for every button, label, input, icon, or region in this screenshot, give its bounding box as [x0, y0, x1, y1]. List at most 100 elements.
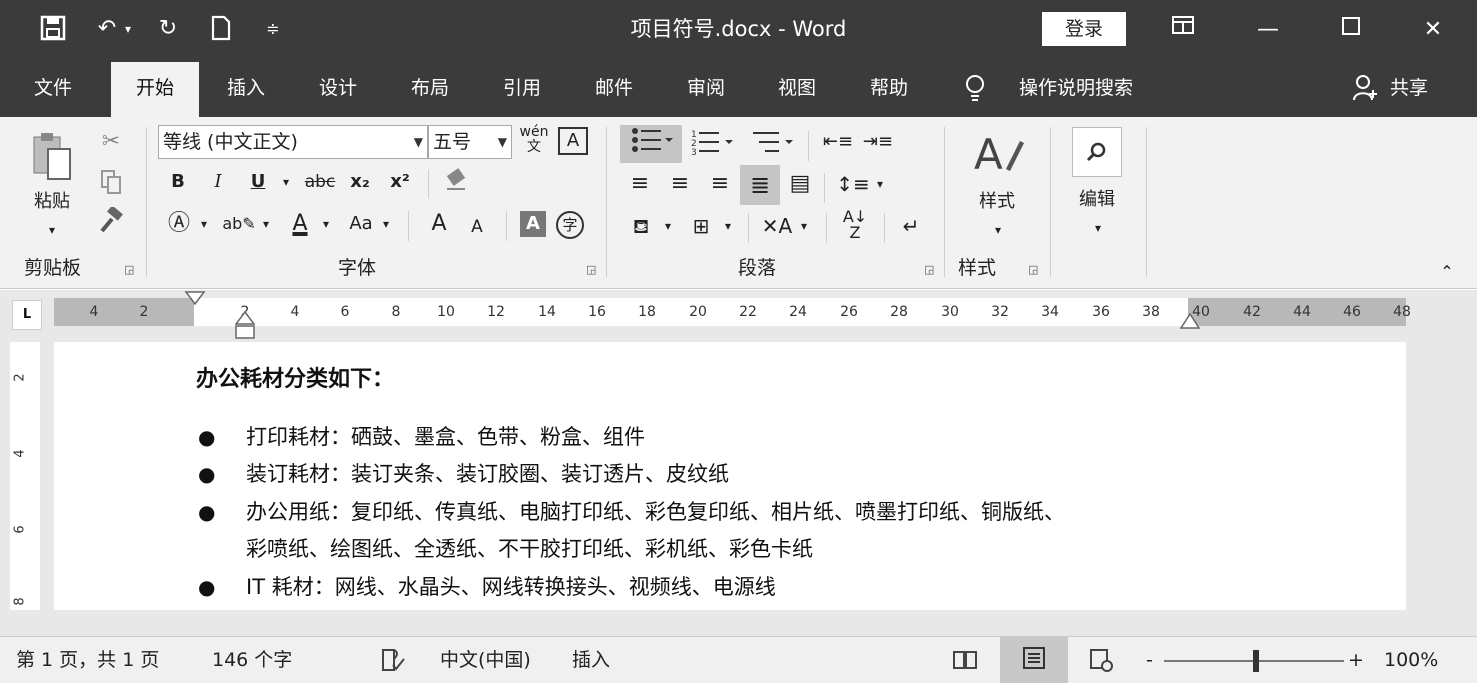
paste-dropdown-icon[interactable]: ▾: [42, 215, 62, 245]
tab-review[interactable]: 审阅: [675, 62, 737, 117]
tab-design[interactable]: 设计: [307, 62, 369, 117]
zoom-in-button[interactable]: +: [1348, 645, 1364, 675]
tab-selector[interactable]: L: [12, 300, 42, 330]
font-name-combo[interactable]: 等线 (中文正文) ▼: [158, 125, 428, 159]
tab-view[interactable]: 视图: [766, 62, 828, 117]
language-indicator[interactable]: 中文(中国): [440, 645, 531, 675]
align-left-icon[interactable]: ≡: [624, 169, 656, 199]
font-launcher-icon[interactable]: ◲: [586, 263, 596, 277]
tab-file[interactable]: 文件: [22, 62, 84, 117]
proofing-icon[interactable]: [380, 645, 408, 682]
clipboard-launcher-icon[interactable]: ◲: [124, 263, 134, 277]
text-effects-dropdown-icon[interactable]: ▾: [196, 209, 212, 239]
word-count[interactable]: 146 个字: [212, 645, 292, 675]
underline-dropdown-icon[interactable]: ▾: [276, 167, 296, 197]
paste-button[interactable]: 粘贴: [22, 187, 82, 217]
superscript-button[interactable]: x²: [384, 167, 416, 197]
font-color-icon[interactable]: A: [284, 209, 316, 239]
styles-dropdown-icon[interactable]: ▾: [988, 215, 1008, 245]
cut-icon[interactable]: ✂: [94, 127, 128, 157]
copy-icon[interactable]: [94, 169, 128, 199]
tab-help[interactable]: 帮助: [858, 62, 920, 117]
decrease-indent-icon[interactable]: ⇤≡: [820, 127, 856, 157]
web-layout-icon[interactable]: [1088, 645, 1116, 682]
tab-insert[interactable]: 插入: [215, 62, 277, 117]
tab-home[interactable]: 开始: [111, 62, 199, 117]
highlight-icon[interactable]: ab✎: [222, 209, 256, 239]
print-layout-icon[interactable]: [1000, 637, 1068, 683]
char-shading-icon[interactable]: A: [520, 211, 546, 237]
tab-layout[interactable]: 布局: [399, 62, 461, 117]
phonetic-guide-icon[interactable]: wén 文: [516, 125, 552, 159]
change-case-button[interactable]: Aa: [344, 209, 378, 239]
share-person-icon[interactable]: [1350, 62, 1380, 117]
sort-icon[interactable]: A↓ Z: [838, 209, 872, 243]
styles-button[interactable]: 样式: [966, 187, 1028, 217]
borders-dropdown-icon[interactable]: ▾: [720, 211, 736, 241]
zoom-slider-thumb[interactable]: [1253, 650, 1259, 672]
customize-qat-icon[interactable]: ≑: [258, 14, 288, 46]
bold-button[interactable]: B: [164, 167, 192, 197]
justify-icon[interactable]: ≣: [740, 165, 780, 205]
undo-dropdown-icon[interactable]: ▾: [120, 14, 136, 46]
text-effects-icon[interactable]: Ⓐ: [164, 209, 194, 239]
first-line-indent-marker[interactable]: [184, 290, 206, 310]
page-count[interactable]: 第 1 页，共 1 页: [16, 645, 159, 675]
line-spacing-icon[interactable]: ↕≡: [836, 169, 870, 199]
editing-button[interactable]: 编辑: [1066, 185, 1128, 215]
font-color-dropdown-icon[interactable]: ▾: [318, 209, 334, 239]
zoom-level[interactable]: 100%: [1384, 645, 1438, 675]
paste-icon[interactable]: [28, 129, 78, 185]
numbering-icon[interactable]: 123: [686, 127, 736, 158]
char-border-icon[interactable]: A: [558, 127, 588, 155]
grow-font-icon[interactable]: A: [424, 209, 454, 239]
collapse-ribbon-icon[interactable]: ⌃: [1434, 257, 1460, 287]
format-painter-icon[interactable]: [94, 205, 128, 237]
strikethrough-button[interactable]: abc: [300, 167, 340, 197]
borders-icon[interactable]: ⊞: [686, 211, 716, 241]
vertical-ruler[interactable]: 2 4 6 8: [10, 342, 40, 610]
save-icon[interactable]: [38, 14, 68, 46]
shading-icon[interactable]: ⛾: [624, 211, 658, 241]
align-right-icon[interactable]: ≡: [704, 169, 736, 199]
tell-me-search[interactable]: 操作说明搜索: [1006, 62, 1146, 117]
read-mode-icon[interactable]: [952, 645, 980, 681]
paragraph-launcher-icon[interactable]: ◲: [924, 263, 934, 277]
new-document-icon[interactable]: [206, 14, 236, 46]
distributed-icon[interactable]: ▤: [784, 169, 816, 199]
insert-mode-indicator[interactable]: 插入: [572, 645, 610, 675]
styles-icon[interactable]: A: [968, 129, 1028, 183]
italic-button[interactable]: I: [204, 167, 232, 197]
share-button[interactable]: 共享: [1384, 62, 1434, 117]
clear-formatting-icon[interactable]: [440, 167, 472, 197]
minimize-icon[interactable]: —: [1245, 10, 1291, 50]
login-button[interactable]: 登录: [1042, 12, 1126, 46]
styles-launcher-icon[interactable]: ◲: [1028, 263, 1038, 277]
chinese-layout-icon[interactable]: ✕A: [760, 211, 794, 241]
chinese-layout-dropdown-icon[interactable]: ▾: [796, 211, 812, 241]
maximize-icon[interactable]: [1328, 10, 1374, 50]
tab-mailings[interactable]: 邮件: [583, 62, 645, 117]
subscript-button[interactable]: x₂: [344, 167, 376, 197]
change-case-dropdown-icon[interactable]: ▾: [378, 209, 394, 239]
shading-dropdown-icon[interactable]: ▾: [660, 211, 676, 241]
tab-references[interactable]: 引用: [491, 62, 553, 117]
increase-indent-icon[interactable]: ⇥≡: [860, 127, 896, 157]
enclose-characters-icon[interactable]: 字: [556, 211, 584, 239]
multilevel-list-icon[interactable]: [746, 127, 796, 157]
search-icon[interactable]: [1072, 127, 1122, 177]
undo-icon[interactable]: ↶: [92, 14, 122, 46]
bullets-button[interactable]: [620, 125, 682, 163]
close-icon[interactable]: ✕: [1410, 10, 1456, 50]
ribbon-display-options-icon[interactable]: [1160, 10, 1206, 50]
horizontal-ruler[interactable]: L 4 2 2 4 6 8 10 12 14 16 18 20 22 24 26…: [0, 290, 1477, 342]
highlight-dropdown-icon[interactable]: ▾: [258, 209, 274, 239]
shrink-font-icon[interactable]: A: [464, 212, 490, 242]
redo-icon[interactable]: ↻: [153, 14, 183, 46]
line-spacing-dropdown-icon[interactable]: ▾: [872, 169, 888, 199]
editing-dropdown-icon[interactable]: ▾: [1088, 213, 1108, 243]
underline-button[interactable]: U: [244, 167, 272, 197]
right-indent-marker[interactable]: [1179, 312, 1201, 332]
font-size-combo[interactable]: 五号 ▼: [428, 125, 512, 159]
zoom-out-button[interactable]: -: [1146, 645, 1153, 675]
